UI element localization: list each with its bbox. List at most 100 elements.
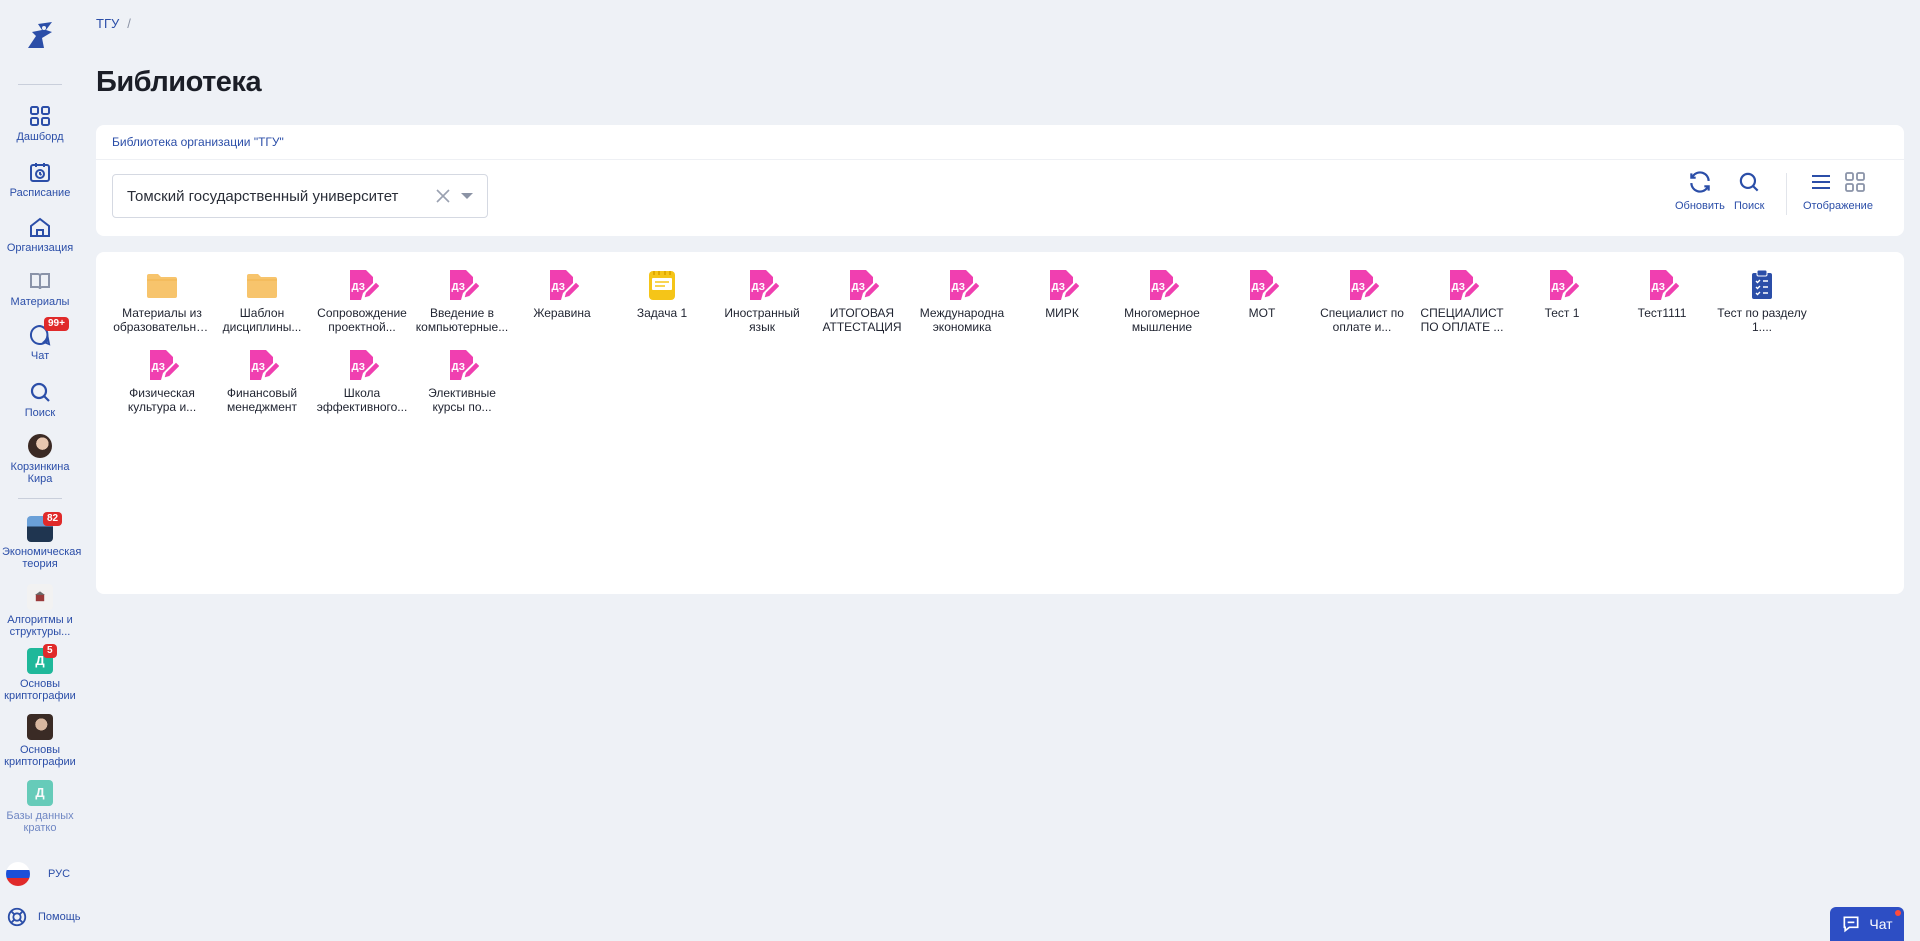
library-item[interactable]: ДЗ Тест 1 [1512, 268, 1612, 334]
book-icon [28, 269, 52, 293]
library-item[interactable]: ДЗ Физическая культура и... [112, 348, 212, 414]
library-item[interactable]: Задача 1 [612, 268, 712, 334]
breadcrumb-separator: / [127, 16, 131, 31]
sidebar-item-materials[interactable]: Материалы [0, 269, 80, 308]
organization-select-value: Томский государственный университет [127, 187, 399, 205]
sidebar-item-dashboard[interactable]: Дашборд [0, 104, 80, 143]
svg-text:ДЗ: ДЗ [1652, 282, 1666, 293]
library-item[interactable]: ДЗ ИТОГОВАЯ АТТЕСТАЦИЯ [812, 268, 912, 334]
breadcrumb-org[interactable]: ТГУ [96, 16, 119, 31]
sidebar-divider [18, 84, 62, 85]
library-item[interactable]: ДЗ Жеравина [512, 268, 612, 334]
item-name: Тест1111 [1637, 306, 1687, 320]
refresh-icon [1690, 171, 1710, 193]
course-thumbnail [27, 584, 53, 610]
svg-text:ДЗ: ДЗ [552, 282, 566, 293]
homework-icon: ДЗ [445, 268, 481, 302]
course-badge: 82 [43, 512, 63, 526]
item-name: Элективные курсы по... [428, 386, 496, 414]
calendar-icon [28, 160, 52, 184]
library-item[interactable]: ДЗ Элективные курсы по... [412, 348, 512, 414]
library-item[interactable]: ДЗ МИРК [1012, 268, 1112, 334]
homework-icon: ДЗ [245, 348, 281, 382]
item-name: МОТ [1248, 306, 1276, 320]
item-name: Тест по разделу 1.... [1717, 306, 1807, 334]
chevron-down-icon[interactable] [461, 193, 473, 199]
search-icon [28, 380, 52, 404]
help-label: Помощь [38, 911, 81, 923]
refresh-button[interactable]: Обновить [1675, 169, 1725, 212]
library-item[interactable]: ДЗ Тест1111 [1612, 268, 1712, 334]
org-library-link[interactable]: Библиотека организации "ТГУ" [112, 135, 284, 149]
folder-icon [245, 268, 279, 302]
sidebar-item-label: Чат [30, 350, 50, 362]
building-icon [35, 591, 45, 602]
item-name: Сопровождение проектной... [317, 306, 407, 334]
item-name: ИТОГОВАЯ АТТЕСТАЦИЯ [822, 306, 902, 334]
library-folder[interactable]: Шаблон дисциплины... [212, 268, 312, 334]
course-algorithms[interactable]: Алгоритмы и структуры... [0, 584, 80, 638]
course-databases[interactable]: Д Базы данных кратко [0, 780, 80, 834]
library-item[interactable]: ДЗ МОТ [1212, 268, 1312, 334]
item-name: Специалист по оплате и... [1320, 306, 1404, 334]
library-item[interactable]: ДЗ СПЕЦИАЛИСТ ПО ОПЛАТЕ ... [1412, 268, 1512, 334]
svg-text:ДЗ: ДЗ [452, 362, 466, 373]
course-thumbnail: 82 [27, 512, 63, 542]
sidebar: Дашборд Расписание Организация Материалы… [0, 0, 82, 843]
library-item[interactable]: ДЗ Международна экономика [912, 268, 1012, 334]
sidebar-item-chat[interactable]: 99+ Чат [0, 317, 80, 362]
course-badge: 5 [43, 644, 57, 658]
library-item[interactable]: ДЗ Финансовый менеджмент [212, 348, 312, 414]
homework-icon: ДЗ [1045, 268, 1081, 302]
sidebar-item-search[interactable]: Поиск [0, 380, 80, 419]
svg-text:ДЗ: ДЗ [152, 362, 166, 373]
svg-text:ДЗ: ДЗ [1252, 282, 1266, 293]
svg-text:ДЗ: ДЗ [1052, 282, 1066, 293]
library-item[interactable]: ДЗ Школа эффективного... [312, 348, 412, 414]
homework-icon: ДЗ [545, 268, 581, 302]
search-icon [1740, 172, 1759, 192]
sidebar-item-schedule[interactable]: Расписание [0, 160, 80, 199]
page-title: Библиотека [96, 66, 262, 98]
chat-widget-button[interactable]: Чат [1830, 907, 1904, 941]
library-item[interactable]: Тест по разделу 1.... [1712, 268, 1812, 334]
sidebar-item-label: Корзинкина Кира [10, 461, 70, 485]
language-switch[interactable]: РУС [6, 862, 70, 886]
dashboard-icon [28, 104, 52, 128]
organization-select[interactable]: Томский государственный университет [112, 174, 488, 218]
language-label: РУС [48, 868, 71, 880]
library-content: Материалы из образовательных программ Шаб… [96, 252, 1904, 594]
course-crypto-2[interactable]: Основы криптографии [0, 714, 80, 768]
grid-view-icon[interactable] [1843, 169, 1867, 195]
logo-icon[interactable] [22, 18, 58, 54]
sidebar-item-organization[interactable]: Организация [0, 215, 80, 254]
clear-icon[interactable] [435, 188, 451, 204]
list-view-icon[interactable] [1809, 169, 1833, 195]
library-item[interactable]: ДЗ Многомерное мышление [1112, 268, 1212, 334]
item-name: Школа эффективного... [316, 386, 408, 414]
homework-icon: ДЗ [945, 268, 981, 302]
sidebar-item-profile[interactable]: Корзинкина Кира [0, 434, 80, 485]
sidebar-item-label: Материалы [10, 296, 70, 308]
item-name: Финансовый менеджмент [226, 386, 298, 414]
library-folder[interactable]: Материалы из образовательных программ [112, 268, 212, 334]
course-economic-theory[interactable]: 82 Экономическая теория [0, 512, 82, 570]
library-item[interactable]: ДЗ Введение в компьютерные... [412, 268, 512, 334]
chat-icon: 99+ [28, 317, 69, 347]
search-button[interactable]: Поиск [1734, 169, 1764, 212]
library-item[interactable]: ДЗ Сопровождение проектной... [312, 268, 412, 334]
display-toggle[interactable]: Отображение [1803, 169, 1873, 212]
library-item[interactable]: ДЗ Иностранный язык [712, 268, 812, 334]
homework-icon: ДЗ [1145, 268, 1181, 302]
chat-widget-label: Чат [1869, 916, 1893, 932]
svg-text:ДЗ: ДЗ [352, 282, 366, 293]
help-link[interactable]: Помощь [6, 906, 81, 928]
course-label: Экономическая теория [2, 546, 82, 570]
library-item[interactable]: ДЗ Специалист по оплате и... [1312, 268, 1412, 334]
course-label: Основы криптографии [4, 744, 76, 768]
sidebar-item-label: Расписание [9, 187, 71, 199]
course-crypto-1[interactable]: Д 5 Основы криптографии [0, 644, 80, 702]
homework-icon: ДЗ [1245, 268, 1281, 302]
display-icons [1809, 169, 1867, 195]
refresh-label: Обновить [1675, 200, 1725, 212]
